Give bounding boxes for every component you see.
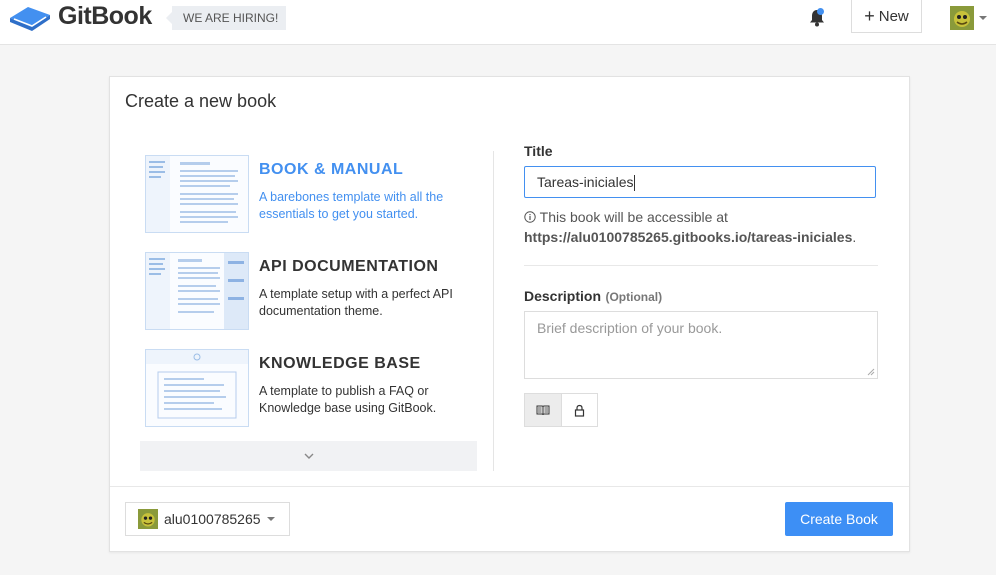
title-input-value: Tareas-iniciales [537,174,634,190]
owner-avatar [138,509,158,529]
public-visibility-button[interactable] [525,394,562,426]
chevron-down-icon [266,517,275,521]
description-placeholder: Brief description of your book. [537,320,723,336]
notification-dot [817,8,824,15]
template-name: API DOCUMENTATION [259,258,439,275]
api-documentation-thumbnail [145,252,249,330]
url-hint: This book will be accessible at https://… [524,207,880,247]
optional-label: (Optional) [605,290,663,304]
new-button-label: New [878,7,909,25]
gitbook-logo-icon[interactable] [8,2,52,32]
title-label: Title [524,143,553,159]
text-cursor [634,175,636,192]
page-title: Create a new book [125,91,277,111]
new-button[interactable]: + New [851,0,922,33]
hint-text: This book will be accessible at [539,209,728,225]
create-book-button[interactable]: Create Book [785,502,893,536]
knowledge-base-thumbnail [145,349,249,427]
public-book-icon [536,405,550,415]
user-avatar[interactable] [950,6,974,30]
owner-name: alu0100785265 [164,511,261,527]
lock-icon [574,404,584,417]
template-name: KNOWLEDGE BASE [259,355,421,372]
template-description: A template setup with a perfect API docu… [259,287,453,318]
hiring-badge[interactable]: WE ARE HIRING! [165,6,287,30]
owner-select[interactable]: alu0100785265 [125,502,290,536]
chevron-down-icon [304,453,313,459]
resize-handle-icon[interactable] [867,368,875,376]
template-description: A barebones template with all the essent… [259,190,444,221]
create-book-panel: Create a new book BOOK & MANUAL A barebo… [109,76,910,552]
column-divider [493,151,494,471]
template-book-manual[interactable]: BOOK & MANUAL A barebones template with … [140,149,480,233]
brand-name[interactable]: GitBook [58,2,152,31]
footer-divider [110,486,909,487]
chevron-down-icon[interactable] [979,16,987,20]
title-input[interactable]: Tareas-iniciales [524,166,876,198]
hint-end: . [852,229,857,245]
description-label-row: Description (Optional) [524,288,662,306]
form-divider [524,265,878,266]
template-description: A template to publish a FAQ or Knowledge… [259,384,437,415]
template-name: BOOK & MANUAL [259,161,404,178]
description-label: Description [524,288,602,304]
template-knowledge-base[interactable]: KNOWLEDGE BASE A template to publish a F… [140,343,480,427]
plus-icon: + [864,6,875,26]
private-visibility-button[interactable] [562,394,598,426]
top-navbar: GitBook WE ARE HIRING! + New [0,0,996,45]
template-api-documentation[interactable]: API DOCUMENTATION A template setup with … [140,246,480,330]
info-icon [524,211,536,223]
book-manual-thumbnail [145,155,249,233]
visibility-toggle [524,393,598,427]
description-textarea[interactable]: Brief description of your book. [524,311,878,379]
book-url: https://alu0100785265.gitbooks.io/tareas… [524,229,853,245]
more-templates-button[interactable] [140,441,477,471]
